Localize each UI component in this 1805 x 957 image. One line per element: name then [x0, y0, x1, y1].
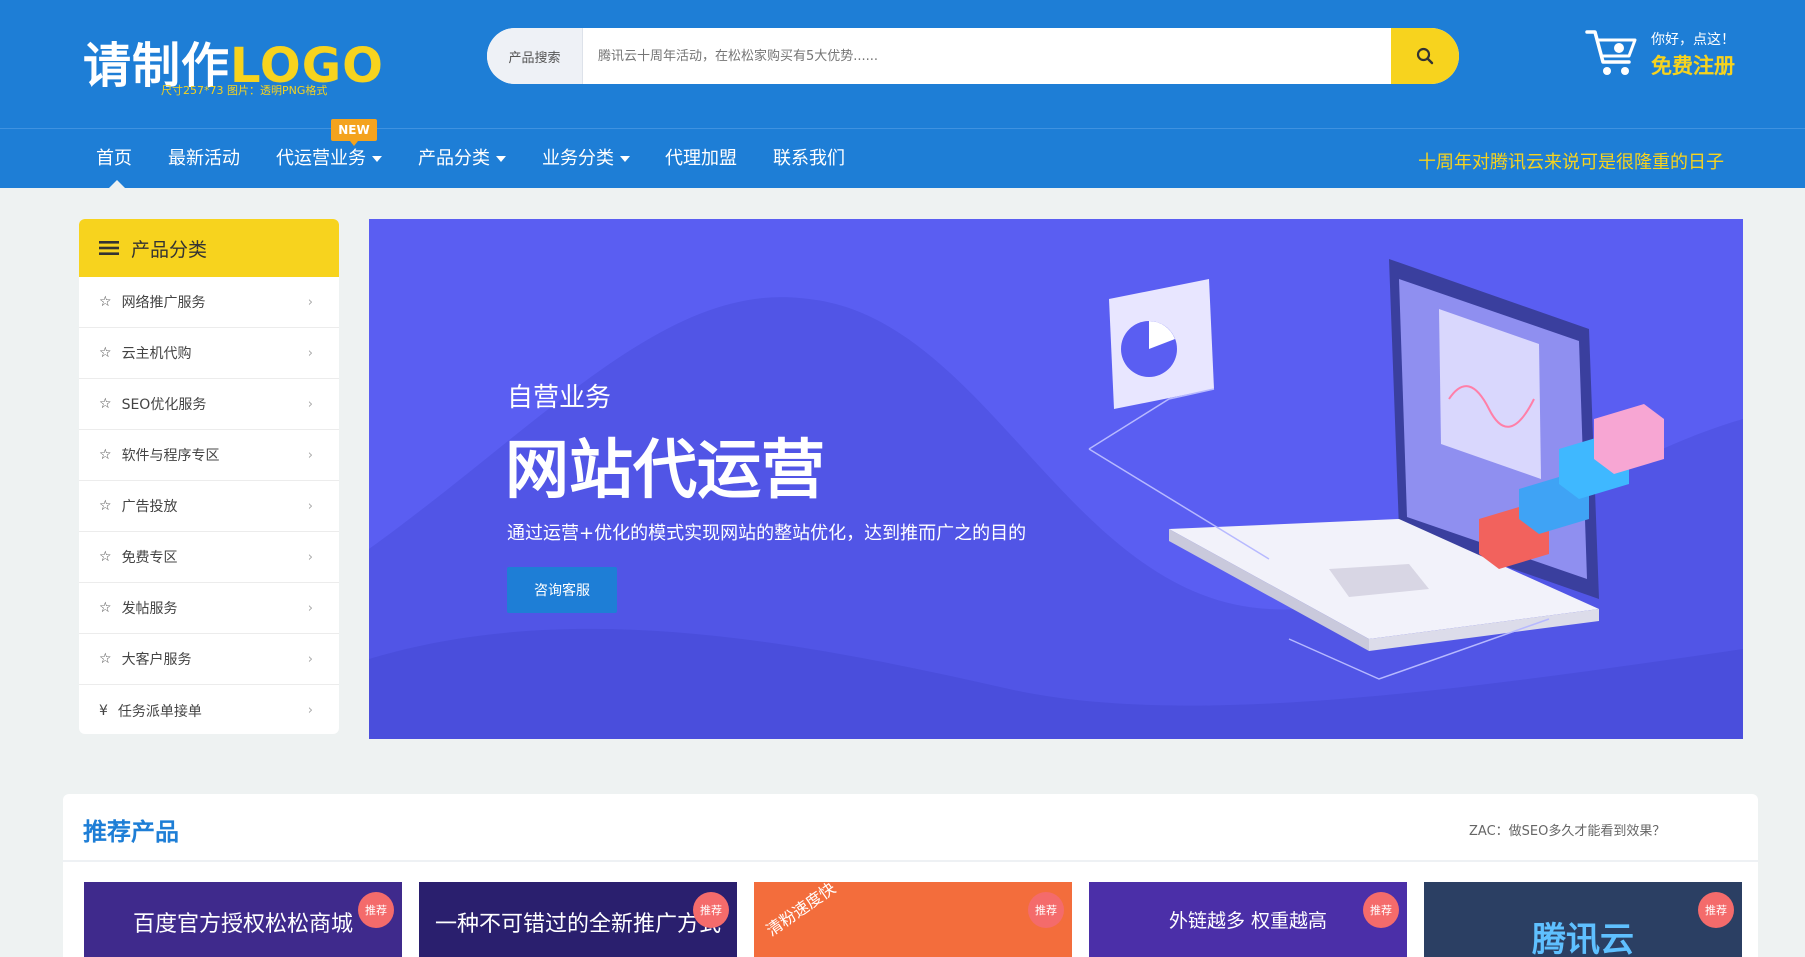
shopping-cart-icon[interactable]	[1585, 26, 1641, 78]
product-card[interactable]: 腾讯云 推荐	[1424, 882, 1742, 957]
sidebar-item-network-promotion[interactable]: ☆ 网络推广服务 ›	[79, 277, 339, 328]
sidebar-item-label: 发帖服务	[121, 601, 178, 617]
nav-item-agent-join[interactable]: 代理加盟	[665, 129, 737, 189]
nav-item-latest-activity[interactable]: 最新活动	[168, 129, 240, 189]
chevron-right-icon: ›	[307, 703, 313, 718]
chevron-right-icon: ›	[307, 397, 313, 412]
sidebar-item-label: 网络推广服务	[121, 295, 206, 311]
sidebar-item-free[interactable]: ☆ 免费专区 ›	[79, 532, 339, 583]
consult-service-button[interactable]: 咨询客服	[507, 567, 617, 613]
sidebar-item-label: SEO优化服务	[121, 397, 207, 413]
card-title: 腾讯云	[1532, 920, 1634, 957]
card-title: 一种不可错过的全新推广方式	[434, 912, 721, 937]
recommend-badge: 推荐	[1363, 892, 1399, 928]
chevron-right-icon: ›	[307, 499, 313, 514]
sidebar-item-label: 免费专区	[121, 550, 178, 566]
chevron-down-icon	[620, 156, 630, 162]
product-card[interactable]: 清粉速度快 推荐	[754, 882, 1072, 957]
section-divider	[63, 860, 1758, 862]
sidebar-item-label: 大客户服务	[121, 652, 192, 668]
card-title: 百度官方授权松松商城	[132, 912, 353, 937]
logo-note: 尺寸257*73 图片：透明PNG格式	[161, 84, 328, 97]
star-icon: ☆	[99, 600, 112, 616]
user-greeting: 你好，点这！	[1651, 32, 1735, 48]
nav-item-label: 代运营业务	[276, 148, 366, 169]
sidebar-item-seo[interactable]: ☆ SEO优化服务 ›	[79, 379, 339, 430]
sidebar-item-ads[interactable]: ☆ 广告投放 ›	[79, 481, 339, 532]
nav-item-contact[interactable]: 联系我们	[773, 129, 845, 189]
sidebar-item-label: 任务派单接单	[117, 703, 202, 720]
article-link[interactable]: ZAC：做SEO多久才能看到效果？	[1469, 820, 1665, 839]
chevron-right-icon: ›	[307, 448, 313, 463]
sidebar-item-label: 云主机代购	[121, 346, 192, 362]
star-icon: ☆	[99, 345, 112, 361]
search-input[interactable]	[583, 28, 1378, 84]
sidebar-item-posting[interactable]: ☆ 发帖服务 ›	[79, 583, 339, 634]
section-title: 推荐产品	[83, 818, 179, 846]
nav-slogan: 十周年对腾讯云来说可是很隆重的日子	[1418, 152, 1724, 173]
category-sidebar: 产品分类 ☆ 网络推广服务 › ☆ 云主机代购 › ☆ SEO优化服务 › ☆ 软件与程序专区…	[79, 219, 339, 734]
active-nav-indicator	[109, 180, 125, 188]
product-card[interactable]: 百度官方授权松松商城 推荐	[84, 882, 402, 957]
sidebar-item-enterprise[interactable]: ☆ 大客户服务 ›	[79, 634, 339, 685]
nav-item-product-category[interactable]: 产品分类	[418, 129, 506, 189]
chevron-right-icon: ›	[307, 295, 313, 310]
sidebar-item-tasks[interactable]: ¥ 任务派单接单 ›	[79, 685, 339, 734]
sidebar-item-cloud-host[interactable]: ☆ 云主机代购 ›	[79, 328, 339, 379]
recommend-badge: 推荐	[1698, 892, 1734, 928]
new-badge: NEW	[331, 119, 377, 146]
chevron-right-icon: ›	[307, 652, 313, 667]
search-icon	[1416, 47, 1434, 65]
hero-banner[interactable]: 自营业务 网站代运营 通过运营+优化的模式实现网站的整站优化，达到推而广之的目的…	[369, 219, 1743, 739]
star-icon: ☆	[99, 651, 112, 667]
star-icon: ☆	[99, 498, 112, 514]
nav-item-label: 产品分类	[418, 148, 490, 169]
search-bar: 产品搜索	[487, 28, 1459, 84]
chevron-down-icon	[496, 156, 506, 162]
star-icon: ☆	[99, 396, 112, 412]
sidebar-item-label: 软件与程序专区	[121, 448, 220, 464]
recommended-products: 推荐产品 ZAC：做SEO多久才能看到效果？ 百度官方授权松松商城 推荐 一种不可…	[63, 794, 1758, 957]
card-title: 外链越多 权重越高	[1168, 910, 1328, 932]
sidebar-title: 产品分类	[131, 238, 208, 261]
chevron-right-icon: ›	[307, 601, 313, 616]
recommend-badge: 推荐	[693, 892, 729, 928]
search-category-label[interactable]: 产品搜索	[487, 28, 583, 84]
recommend-badge: 推荐	[1028, 892, 1064, 928]
product-card[interactable]: 外链越多 权重越高 推荐	[1089, 882, 1407, 957]
chevron-right-icon: ›	[307, 346, 313, 361]
menu-icon	[99, 241, 119, 255]
yen-icon: ¥	[99, 702, 108, 719]
nav-item-business-category[interactable]: 业务分类	[542, 129, 630, 189]
banner-description: 通过运营+优化的模式实现网站的整站优化，达到推而广之的目的	[507, 523, 1027, 544]
sidebar-item-software[interactable]: ☆ 软件与程序专区 ›	[79, 430, 339, 481]
star-icon: ☆	[99, 294, 112, 310]
chevron-right-icon: ›	[307, 550, 313, 565]
star-icon: ☆	[99, 549, 112, 565]
card-title: 清粉速度快	[762, 882, 840, 940]
recommend-badge: 推荐	[358, 892, 394, 928]
sidebar-item-label: 广告投放	[121, 499, 178, 515]
nav-item-label: 业务分类	[542, 148, 614, 169]
search-button[interactable]	[1391, 28, 1459, 84]
sidebar-header: 产品分类	[79, 219, 339, 277]
chevron-down-icon	[372, 156, 382, 162]
banner-subtitle: 自营业务	[507, 383, 612, 413]
banner-title: 网站代运营	[505, 434, 825, 508]
star-icon: ☆	[99, 447, 112, 463]
register-link[interactable]: 免费注册	[1651, 50, 1735, 80]
product-card[interactable]: 一种不可错过的全新推广方式 推荐	[419, 882, 737, 957]
